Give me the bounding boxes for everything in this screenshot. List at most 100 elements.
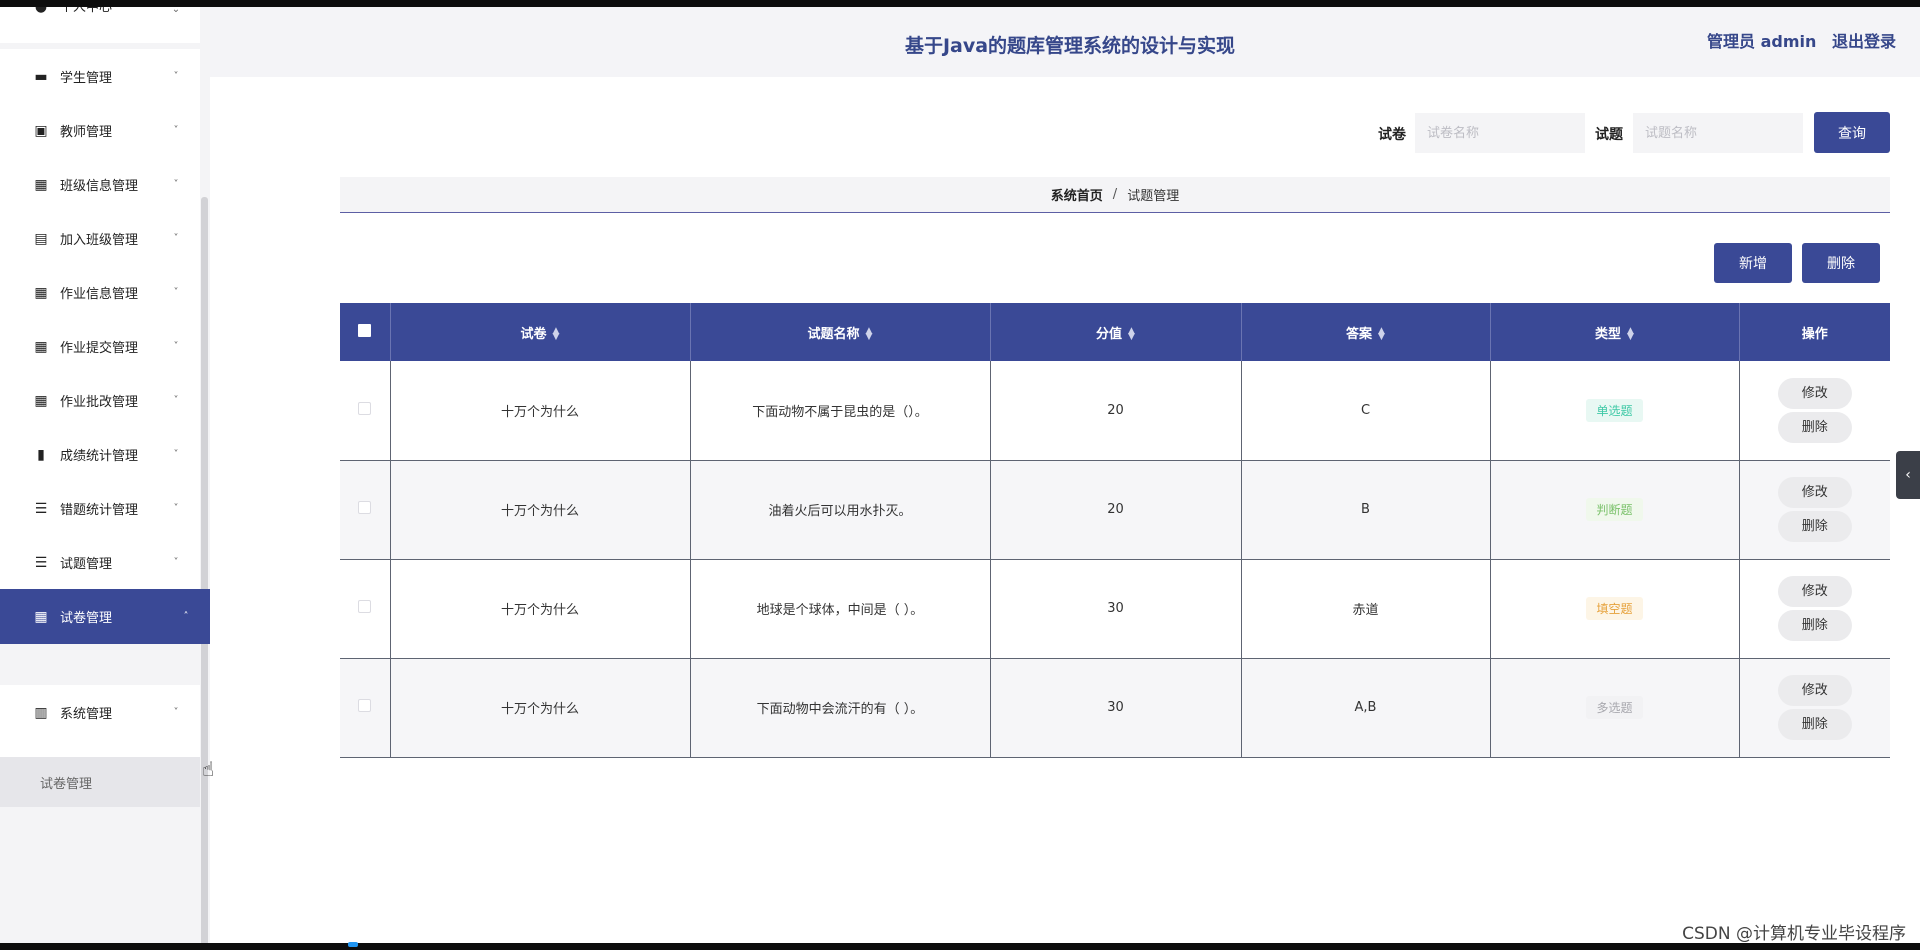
row-checkbox[interactable] [358, 699, 372, 712]
type-cell: 判断题 [1490, 460, 1740, 560]
sort-icon[interactable]: ▲ ▼ [1378, 327, 1385, 342]
question-search-input[interactable] [1633, 113, 1803, 153]
collapse-toggle-button[interactable]: ‹ [1896, 451, 1920, 499]
user-icon: ● [34, 7, 48, 15]
sort-icon[interactable]: ▲ ▼ [553, 327, 560, 342]
paper-cell: 十万个为什么 [390, 460, 691, 560]
score-cell: 30 [990, 559, 1242, 659]
sidebar-item[interactable]: ▮ 成绩统计管理 ˅ [0, 427, 200, 482]
grid-icon: ▦ [34, 392, 48, 409]
questions-table: 试卷 ▲ ▼ 试题名称 ▲ ▼ 分值 ▲ ▼ 答案 ▲ ▼ 类型 ▲ ▼ 操作 十万个为什么 下面动物… [340, 303, 1890, 758]
chevron-left-icon: ‹ [1905, 467, 1911, 483]
sidebar-item[interactable]: ▦ 作业批改管理 ˅ [0, 373, 200, 428]
book-icon: ▥ [34, 704, 48, 721]
breadcrumb-separator: / [1112, 187, 1118, 202]
column-header-answer[interactable]: 答案 ▲ ▼ [1241, 303, 1491, 361]
edit-button[interactable]: 修改 [1777, 477, 1852, 508]
edit-button[interactable]: 修改 [1777, 576, 1852, 607]
actions-cell: 修改 删除 [1739, 460, 1890, 560]
bulk-delete-button[interactable]: 删除 [1802, 243, 1880, 283]
sidebar-scrollbar[interactable] [201, 197, 208, 943]
sidebar-item-personal-center[interactable]: ● 个人中心 ⌄ [0, 7, 200, 43]
grid-icon: ▦ [34, 284, 48, 301]
grid-icon: ▦ [34, 176, 48, 193]
column-header-label: 答案 [1346, 326, 1373, 342]
delete-button[interactable]: 删除 [1777, 511, 1852, 542]
sort-icon[interactable]: ▲ ▼ [866, 327, 873, 342]
list-icon: ☰ [34, 500, 48, 517]
type-badge: 填空题 [1586, 597, 1643, 620]
row-checkbox[interactable] [358, 501, 372, 514]
delete-button[interactable]: 删除 [1777, 610, 1852, 641]
chevron-down-icon: ˅ [173, 179, 179, 190]
paper-cell: 十万个为什么 [390, 658, 691, 758]
submenu-item-paper-management[interactable]: 试卷管理 [0, 757, 200, 807]
chevron-down-icon: ˅ [173, 233, 179, 244]
select-all-cell [340, 303, 391, 361]
sidebar-item[interactable]: ▬ 学生管理 ˅ [0, 49, 200, 104]
table-row: 十万个为什么 油着火后可以用水扑灭。 20 B 判断题 修改 删除 [340, 460, 1890, 560]
sidebar-item[interactable]: ▦ 班级信息管理 ˅ [0, 157, 200, 212]
sidebar-item[interactable]: ☰ 错题统计管理 ˅ [0, 481, 200, 536]
query-button[interactable]: 查询 [1814, 112, 1890, 153]
column-header-paper[interactable]: 试卷 ▲ ▼ [390, 303, 691, 361]
sidebar-item-label: 学生管理 [60, 71, 113, 86]
column-header-label: 类型 [1595, 326, 1622, 342]
table-row: 十万个为什么 下面动物不属于昆虫的是（）。 20 C 单选题 修改 删除 [340, 361, 1890, 461]
delete-button[interactable]: 删除 [1777, 411, 1852, 443]
select-cell [340, 658, 391, 758]
sort-icon[interactable]: ▲ ▼ [1627, 327, 1634, 342]
select-cell [340, 361, 391, 461]
sidebar-item-label: 试卷管理 [60, 611, 113, 626]
add-button[interactable]: 新增 [1714, 243, 1792, 283]
sort-icon[interactable]: ▲ ▼ [1128, 327, 1135, 342]
column-header-score[interactable]: 分值 ▲ ▼ [990, 303, 1242, 361]
sidebar-item[interactable]: ☰ 试题管理 ˅ [0, 535, 200, 590]
sidebar-item-label: 加入班级管理 [60, 233, 139, 248]
sidebar-item-label: 个人中心 [60, 7, 113, 15]
grid-icon: ▦ [34, 338, 48, 355]
sidebar-item-label: 错题统计管理 [60, 503, 139, 518]
chevron-down-icon: ˅ [173, 125, 179, 136]
chevron-up-icon: ˄ [183, 611, 189, 622]
sidebar-item[interactable]: ▣ 教师管理 ˅ [0, 103, 200, 158]
sidebar-item[interactable]: ▦ 试卷管理 ˄ [0, 589, 210, 644]
clipboard-icon: ▤ [34, 230, 48, 247]
edit-button[interactable]: 修改 [1777, 377, 1852, 409]
user-label: 管理员 admin [1707, 32, 1817, 51]
column-header-label: 试题名称 [807, 326, 860, 342]
row-checkbox[interactable] [358, 600, 372, 613]
top-strip [0, 0, 1920, 7]
sidebar-item[interactable]: ▥ 系统管理 ˅ [0, 685, 200, 740]
row-checkbox[interactable] [358, 401, 372, 415]
chevron-down-icon: ⌄ [171, 7, 181, 15]
delete-button[interactable]: 删除 [1777, 709, 1852, 740]
paper-cell: 十万个为什么 [390, 559, 691, 659]
score-cell: 20 [990, 460, 1242, 560]
type-badge: 单选题 [1586, 398, 1643, 422]
select-all-checkbox[interactable] [358, 323, 372, 337]
user-area: 管理员 admin 退出登录 [1697, 28, 1896, 52]
table-header-row: 试卷 ▲ ▼ 试题名称 ▲ ▼ 分值 ▲ ▼ 答案 ▲ ▼ 类型 ▲ ▼ 操作 [340, 303, 1890, 361]
sidebar-item-label: 作业批改管理 [60, 395, 139, 410]
edit-button[interactable]: 修改 [1777, 675, 1852, 706]
column-header-question[interactable]: 试题名称 ▲ ▼ [690, 303, 991, 361]
sidebar-item[interactable]: ▦ 作业信息管理 ˅ [0, 265, 200, 320]
paper-cell: 十万个为什么 [390, 361, 691, 461]
sidebar-item-label: 系统管理 [60, 707, 113, 722]
logout-link[interactable]: 退出登录 [1832, 32, 1896, 51]
sidebar-item-label: 成绩统计管理 [60, 449, 139, 464]
score-cell: 30 [990, 658, 1242, 758]
type-badge: 判断题 [1586, 498, 1643, 521]
breadcrumb-home[interactable]: 系统首页 [1051, 185, 1103, 204]
chevron-down-icon: ˅ [173, 707, 179, 718]
sidebar-item[interactable]: ▦ 作业提交管理 ˅ [0, 319, 200, 374]
actions-cell: 修改 删除 [1739, 559, 1890, 659]
question-search-label: 试题 [1595, 127, 1623, 143]
column-header-type[interactable]: 类型 ▲ ▼ [1490, 303, 1740, 361]
sidebar-item[interactable]: ▤ 加入班级管理 ˅ [0, 211, 200, 266]
hand-cursor-icon: ☝ [202, 757, 215, 781]
paper-search-input[interactable] [1415, 113, 1585, 153]
top-header: 基于Java的题库管理系统的设计与实现 管理员 admin 退出登录 [210, 7, 1920, 77]
table-body: 十万个为什么 下面动物不属于昆虫的是（）。 20 C 单选题 修改 删除 十万个为什么 油着火后… [340, 361, 1890, 758]
